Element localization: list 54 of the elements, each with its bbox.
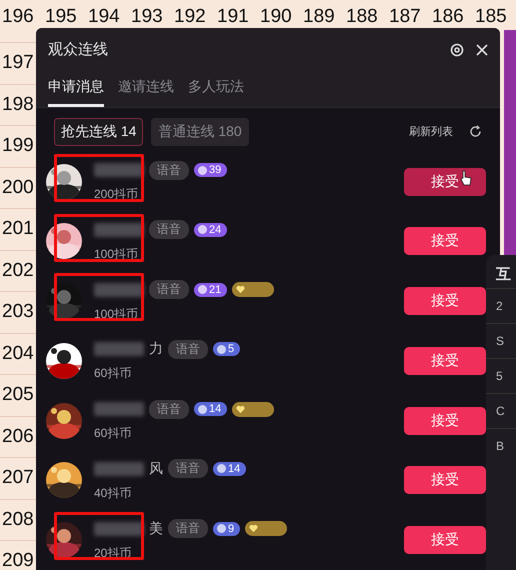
row-number: 194 bbox=[87, 6, 121, 28]
level-badge: 14 bbox=[194, 402, 228, 416]
user-name: 力 bbox=[149, 340, 163, 358]
voice-tag: 语音 bbox=[168, 340, 208, 359]
voice-tag: 语音 bbox=[149, 400, 189, 419]
level-badge: 9 bbox=[213, 522, 240, 536]
voice-tag: 语音 bbox=[168, 459, 208, 478]
row-number: 187 bbox=[388, 6, 422, 28]
level-badge: 21 bbox=[194, 282, 228, 297]
accept-button[interactable]: 接受 bbox=[404, 168, 486, 196]
side-panel-item[interactable]: C bbox=[486, 393, 516, 428]
voice-tag: 语音 bbox=[149, 160, 189, 180]
side-panel-title: 互 bbox=[495, 265, 512, 285]
coin-amount: 100抖币 bbox=[94, 246, 140, 263]
tab[interactable]: 邀请连线 bbox=[118, 74, 174, 107]
row-number: 186 bbox=[431, 6, 465, 28]
accept-button[interactable]: 接受 bbox=[404, 227, 486, 256]
refresh-button[interactable]: 刷新列表 bbox=[409, 124, 453, 140]
coin-amount: 40抖币 bbox=[94, 484, 132, 502]
accept-button[interactable]: 接受 bbox=[404, 466, 486, 494]
coin-amount: 60抖币 bbox=[94, 425, 132, 442]
level-badge: 24 bbox=[194, 222, 228, 237]
row-number: 193 bbox=[130, 6, 164, 28]
level-badge: 14 bbox=[213, 462, 246, 476]
row-number: 195 bbox=[44, 6, 78, 28]
voice-tag: 语音 bbox=[168, 519, 208, 538]
side-panel-item[interactable]: S bbox=[486, 323, 516, 358]
row-number: 191 bbox=[216, 6, 250, 28]
user-name: 美 bbox=[149, 520, 163, 538]
voice-tag: 语音 bbox=[149, 220, 189, 240]
segment-tab[interactable]: 普通连线 180 bbox=[151, 118, 249, 146]
coin-amount: 200抖币 bbox=[94, 186, 140, 204]
row-number: 190 bbox=[259, 6, 293, 28]
coin-amount: 60抖币 bbox=[94, 365, 132, 382]
row-number: 188 bbox=[345, 6, 379, 28]
side-panel-item[interactable]: B bbox=[486, 428, 516, 463]
level-badge: 5 bbox=[213, 342, 240, 356]
accept-button[interactable]: 接受 bbox=[404, 287, 486, 316]
side-panel-item[interactable]: 2 bbox=[486, 288, 516, 323]
row-number: 185 bbox=[474, 6, 508, 28]
tab[interactable]: 多人玩法 bbox=[188, 74, 244, 107]
user-name: 风 bbox=[149, 460, 163, 478]
accept-button[interactable]: 接受 bbox=[404, 526, 486, 554]
accept-button[interactable]: 接受 bbox=[404, 406, 486, 435]
row-number: 192 bbox=[173, 6, 207, 28]
tab[interactable]: 申请消息 bbox=[48, 74, 104, 107]
level-badge: 39 bbox=[194, 163, 228, 178]
row-number: 189 bbox=[302, 6, 336, 28]
segment-tab[interactable]: 抢先连线 14 bbox=[54, 118, 144, 146]
row-number: 196 bbox=[1, 6, 35, 28]
accept-button[interactable]: 接受 bbox=[404, 346, 486, 375]
panel-title: 观众连线 bbox=[48, 40, 109, 60]
voice-tag: 语音 bbox=[149, 280, 189, 300]
side-panel-item[interactable]: 5 bbox=[486, 358, 516, 393]
